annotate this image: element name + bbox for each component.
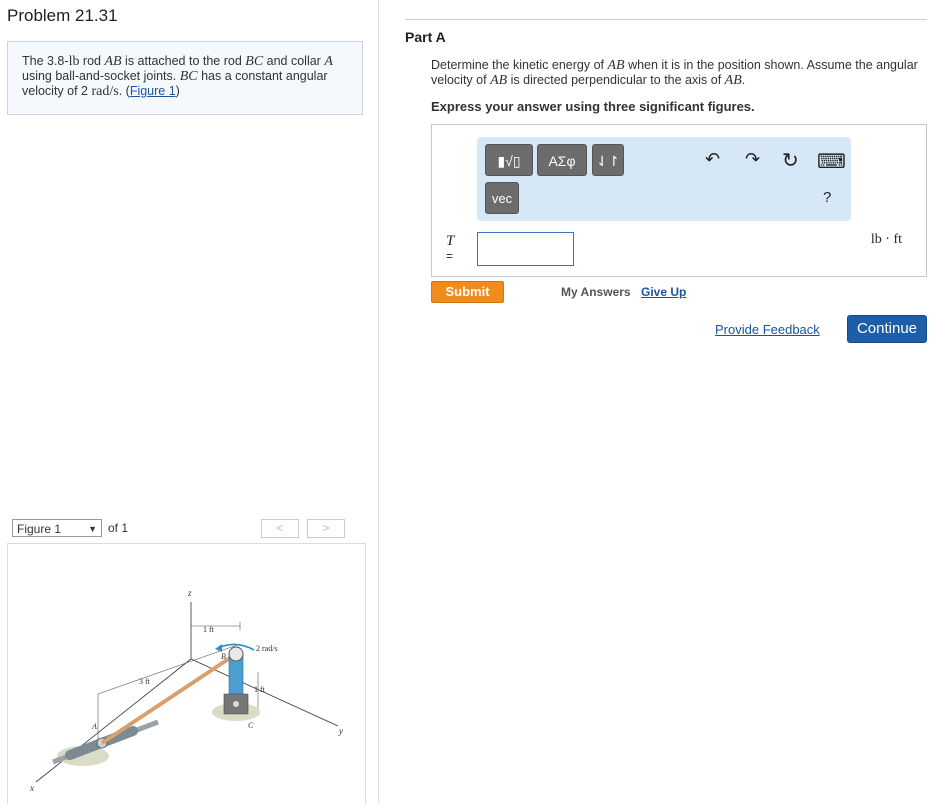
label-1ft-top: 1 ft: [203, 625, 215, 634]
label-3ft: 3 ft: [139, 677, 151, 686]
label-angular-velocity: 2 rad/s: [256, 644, 278, 653]
label-z: z: [187, 588, 192, 598]
next-figure-button[interactable]: >: [307, 519, 345, 538]
vector-button[interactable]: vec: [485, 182, 519, 214]
my-answers-label: My Answers: [561, 285, 631, 299]
continue-button[interactable]: Continue: [847, 315, 927, 343]
figure-navigation: Figure 1 ▼ of 1 < >: [12, 519, 365, 539]
label-b: B: [221, 652, 226, 661]
ball-joint-b: [228, 646, 244, 662]
problem-statement: The 3.8-lb rod AB is attached to the rod…: [7, 41, 363, 115]
label-x: x: [29, 783, 34, 793]
undo-icon[interactable]: ↶: [705, 149, 720, 170]
submit-button[interactable]: Submit: [431, 281, 504, 303]
problem-panel: Problem 21.31 The 3.8-lb rod AB is attac…: [0, 0, 379, 804]
question-text: Determine the kinetic energy of AB when …: [431, 58, 918, 88]
redo-icon[interactable]: ↷: [745, 149, 760, 170]
part-divider: [405, 19, 927, 20]
greek-symbols-button[interactable]: ΑΣφ: [537, 144, 587, 176]
answer-unit: lb · ft: [870, 232, 902, 247]
label-y: y: [338, 726, 343, 736]
subscript-button[interactable]: ⇃↾: [592, 144, 624, 176]
answer-variable: T: [446, 233, 455, 249]
answer-input[interactable]: [477, 232, 574, 266]
rod-ab: [100, 652, 238, 745]
figure-frame: z x y 1 ft 2 rad/s B 3 ft 1 ft A C: [7, 543, 366, 804]
keyboard-icon[interactable]: ⌨: [817, 149, 846, 174]
figure-count: of 1: [108, 521, 129, 535]
part-title: Part A: [405, 29, 446, 45]
bracket-pin: [233, 701, 239, 707]
mechanism-figure: z x y 1 ft 2 rad/s B 3 ft 1 ft A C: [29, 588, 343, 793]
rod-bc: [228, 655, 244, 701]
label-c: C: [248, 721, 254, 730]
label-a: A: [91, 722, 97, 731]
arrow-head-icon: [215, 644, 222, 652]
label-1ft-side: 1 ft: [254, 685, 266, 694]
equals-sign: =: [446, 249, 454, 263]
help-icon[interactable]: ?: [823, 189, 831, 206]
reset-icon[interactable]: ↻: [782, 148, 799, 173]
provide-feedback-link[interactable]: Provide Feedback: [715, 322, 820, 337]
template-button[interactable]: ▮√▯: [485, 144, 533, 176]
dimension-line: [97, 643, 241, 695]
dropdown-caret-icon: ▼: [88, 524, 97, 534]
answer-box: ▮√▯ ΑΣφ ⇃↾ vec ↶ ↷ ↻ ⌨ ? T = lb · ft: [431, 124, 927, 277]
equation-toolbar: ▮√▯ ΑΣφ ⇃↾ vec ↶ ↷ ↻ ⌨ ?: [477, 137, 851, 221]
figure-link[interactable]: Figure 1: [130, 84, 176, 98]
figure-select[interactable]: Figure 1 ▼: [12, 519, 102, 537]
give-up-link[interactable]: Give Up: [641, 285, 686, 299]
problem-title: Problem 21.31: [7, 6, 118, 25]
x-axis: [35, 658, 192, 783]
previous-figure-button[interactable]: <: [261, 519, 299, 538]
answer-instruction: Express your answer using three signific…: [431, 99, 755, 114]
